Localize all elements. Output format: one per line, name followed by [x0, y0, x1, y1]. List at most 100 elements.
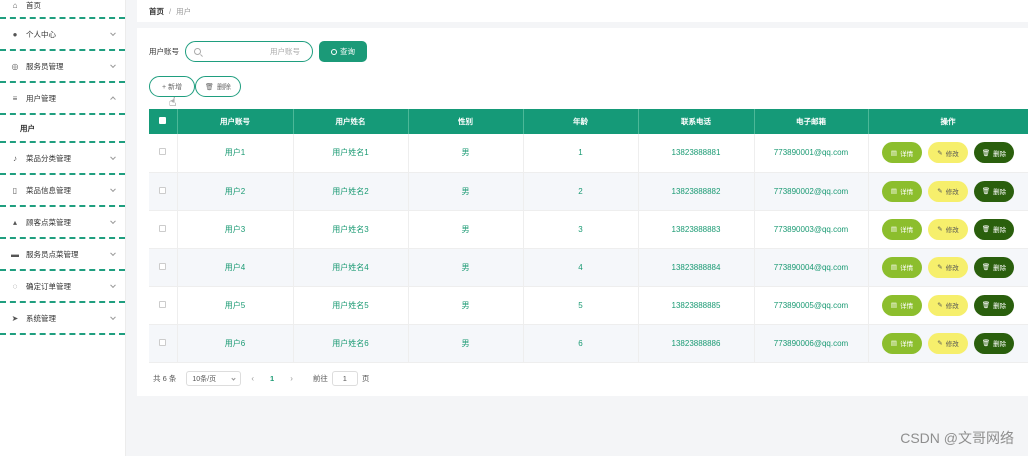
table-cell: 6 — [523, 324, 639, 363]
doc-icon: ▤ — [890, 149, 898, 157]
table-cell: 用户姓名5 — [293, 286, 409, 325]
column-header[interactable]: 联系电话 — [638, 109, 755, 134]
detail-button-label: 详情 — [900, 341, 914, 348]
table-cell: 男 — [408, 134, 524, 173]
table-cell: 用户3 — [177, 210, 294, 249]
sidebar-item-4[interactable]: ▯ 菜品信息管理 — [0, 175, 125, 207]
column-header[interactable]: 性别 — [408, 109, 524, 134]
search-icon — [194, 48, 201, 55]
sidebar-item-2[interactable]: ≡ 用户管理 — [0, 83, 125, 115]
briefcase-icon: ▬ — [11, 249, 19, 259]
edit-button-label: 修改 — [945, 265, 959, 272]
search-placeholder: 用户账号 — [270, 47, 300, 56]
batch-delete-button[interactable]: 🗑 删除 — [195, 76, 241, 97]
main-content: 首页 / 用户 用户账号 用户账号 查询 + 新增 🗑 删除 ☝ 用户账号 用户… — [137, 0, 1028, 456]
row-checkbox[interactable] — [149, 324, 178, 363]
chevron-down-icon — [110, 30, 116, 37]
delete-button-label: 删除 — [993, 265, 1007, 272]
table-row: 用户1 用户姓名1 男 1 13823888881 773890001@qq.com ▤ 详情… — [149, 134, 1028, 173]
sidebar-item-7[interactable]: ◌ 确定订单管理 — [0, 271, 125, 303]
trash-icon: 🗑 — [981, 149, 991, 157]
trash-icon: 🗑 — [981, 188, 991, 195]
globe-icon: ◎ — [11, 61, 19, 71]
edit-button-label: 修改 — [945, 189, 959, 196]
edit-button[interactable]: ✎ 修改 — [928, 294, 968, 316]
sidebar-item-home[interactable]: ⌂ 首页 — [0, 0, 125, 19]
delete-button[interactable]: 🗑 删除 — [974, 142, 1014, 164]
chevron-down-icon — [231, 376, 236, 381]
column-header[interactable]: 操作 — [868, 109, 1028, 134]
edit-button[interactable]: ✎ 修改 — [928, 142, 968, 164]
sidebar-item-0[interactable]: ● 个人中心 — [0, 19, 125, 51]
chevron-down-icon — [110, 186, 116, 193]
mic-icon: ♪ — [13, 153, 17, 163]
column-header[interactable]: 用户账号 — [177, 109, 294, 134]
circle-icon: ◌ — [12, 281, 18, 291]
page-size-value: 10条/页 — [192, 375, 217, 383]
sidebar-subitem[interactable]: 用户 — [0, 115, 125, 143]
sidebar-item-6[interactable]: ▬ 服务员点菜管理 — [0, 239, 125, 271]
row-checkbox[interactable] — [149, 210, 178, 249]
sidebar-item-8[interactable]: ➤ 系统管理 — [0, 303, 125, 335]
edit-button[interactable]: ✎ 修改 — [928, 218, 968, 240]
detail-button[interactable]: ▤ 详情 — [882, 332, 922, 354]
detail-button[interactable]: ▤ 详情 — [882, 142, 922, 164]
breadcrumb-home[interactable]: 首页 — [149, 6, 164, 17]
detail-button-label: 详情 — [900, 265, 914, 272]
sidebar-item-label: 顾客点菜管理 — [26, 217, 71, 227]
sidebar-item-5[interactable]: ▴ 顾客点菜管理 — [0, 207, 125, 239]
prev-page-button[interactable]: ‹ — [251, 374, 254, 383]
sidebar-item-3[interactable]: ♪ 菜品分类管理 — [0, 143, 125, 175]
batch-delete-label: 删除 — [216, 83, 231, 91]
column-header[interactable]: 电子邮箱 — [754, 109, 869, 134]
next-page-button[interactable]: › — [290, 374, 293, 383]
edit-button[interactable]: ✎ 修改 — [928, 256, 968, 278]
sidebar-item-label: 系统管理 — [26, 313, 56, 323]
add-button-label: + 新增 — [161, 83, 183, 91]
table-cell: 用户4 — [177, 248, 294, 287]
sidebar: ⌂ 首页 ● 个人中心 ◎ 服务员管理 ≡ 用户管理 用户 ♪ 菜品分类管理 ▯ 菜品信息管理 ▴ 顾客… — [0, 0, 126, 456]
row-checkbox[interactable] — [149, 134, 178, 173]
pencil-icon: ✎ — [937, 149, 943, 157]
sidebar-item-1[interactable]: ◎ 服务员管理 — [0, 51, 125, 83]
detail-button[interactable]: ▤ 详情 — [882, 256, 922, 278]
detail-button-label: 详情 — [900, 227, 914, 234]
delete-button[interactable]: 🗑 删除 — [974, 180, 1014, 202]
delete-button[interactable]: 🗑 删除 — [974, 294, 1014, 316]
user-icon: ● — [12, 29, 18, 39]
delete-button-label: 删除 — [993, 303, 1007, 310]
search-icon — [331, 48, 337, 55]
trash-icon: 🗑 — [205, 83, 214, 91]
table-cell: 用户姓名2 — [293, 172, 409, 211]
edit-button-label: 修改 — [945, 150, 959, 158]
table-row: 用户5 用户姓名5 男 5 13823888885 773890005@qq.com ▤ 详情… — [149, 286, 1028, 325]
column-header[interactable]: 用户姓名 — [293, 109, 409, 134]
table-cell: 13823888881 — [638, 134, 755, 173]
goto-page-input[interactable]: 1 — [331, 371, 358, 386]
trash-icon: 🗑 — [981, 302, 991, 309]
select-all-checkbox[interactable] — [149, 109, 178, 134]
row-checkbox[interactable] — [149, 248, 178, 287]
detail-button[interactable]: ▤ 详情 — [882, 180, 922, 202]
row-checkbox[interactable] — [149, 172, 178, 211]
edit-button[interactable]: ✎ 修改 — [928, 332, 968, 354]
add-button[interactable]: + 新增 — [149, 76, 195, 97]
column-header[interactable]: 年龄 — [523, 109, 639, 134]
app: ⌂ 首页 ● 个人中心 ◎ 服务员管理 ≡ 用户管理 用户 ♪ 菜品分类管理 ▯ 菜品信息管理 ▴ 顾客… — [0, 0, 1028, 456]
page-size-select[interactable]: 10条/页 — [186, 371, 242, 386]
trash-icon: 🗑 — [981, 264, 991, 271]
row-checkbox[interactable] — [149, 286, 178, 325]
edit-button[interactable]: ✎ 修改 — [928, 180, 968, 202]
detail-button-label: 详情 — [900, 189, 914, 196]
search-input[interactable]: 用户账号 — [185, 41, 313, 62]
table-body: 用户1 用户姓名1 男 1 13823888881 773890001@qq.com ▤ 详情… — [149, 134, 1028, 363]
detail-button[interactable]: ▤ 详情 — [882, 294, 922, 316]
detail-button[interactable]: ▤ 详情 — [882, 218, 922, 240]
current-page[interactable]: 1 — [270, 374, 274, 383]
delete-button[interactable]: 🗑 删除 — [974, 218, 1014, 240]
sidebar-item-label: 服务员管理 — [26, 61, 64, 71]
delete-button[interactable]: 🗑 删除 — [974, 256, 1014, 278]
table-row: 用户6 用户姓名6 男 6 13823888886 773890006@qq.com ▤ 详情… — [149, 324, 1028, 363]
delete-button[interactable]: 🗑 删除 — [974, 332, 1014, 354]
query-button[interactable]: 查询 — [319, 41, 367, 62]
